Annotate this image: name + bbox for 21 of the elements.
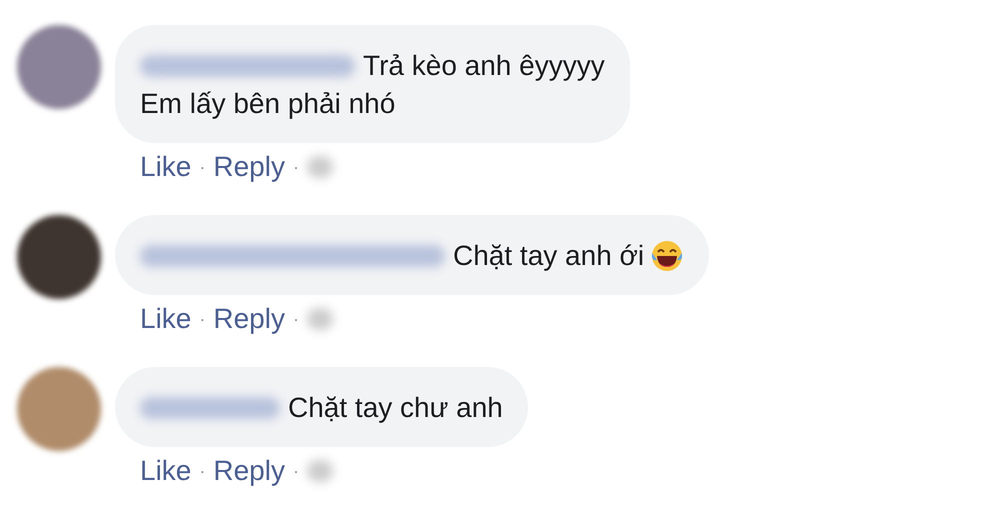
blurred-timestamp xyxy=(306,156,333,178)
comment-text: Trả kèo anh êyyyyy xyxy=(363,49,605,83)
comment-text: Chặt tay anh ới xyxy=(453,239,644,273)
blurred-timestamp xyxy=(306,460,333,482)
reply-link[interactable]: Reply xyxy=(213,301,285,337)
blurred-timestamp xyxy=(306,308,333,330)
reply-link[interactable]: Reply xyxy=(213,149,285,185)
separator: · xyxy=(199,460,206,482)
avatar[interactable] xyxy=(17,215,101,299)
separator: · xyxy=(199,156,206,178)
like-link[interactable]: Like xyxy=(140,453,192,489)
like-link[interactable]: Like xyxy=(140,301,192,337)
separator: · xyxy=(292,460,299,482)
comment-text: Chặt tay chư anh xyxy=(288,391,503,425)
like-link[interactable]: Like xyxy=(140,149,192,185)
separator: · xyxy=(199,308,206,330)
separator: · xyxy=(292,156,299,178)
comment-text: Em lấy bên phải nhó xyxy=(140,87,396,121)
laughing-tears-emoji-icon xyxy=(650,239,684,273)
reply-link[interactable]: Reply xyxy=(213,453,285,489)
separator: · xyxy=(292,308,299,330)
